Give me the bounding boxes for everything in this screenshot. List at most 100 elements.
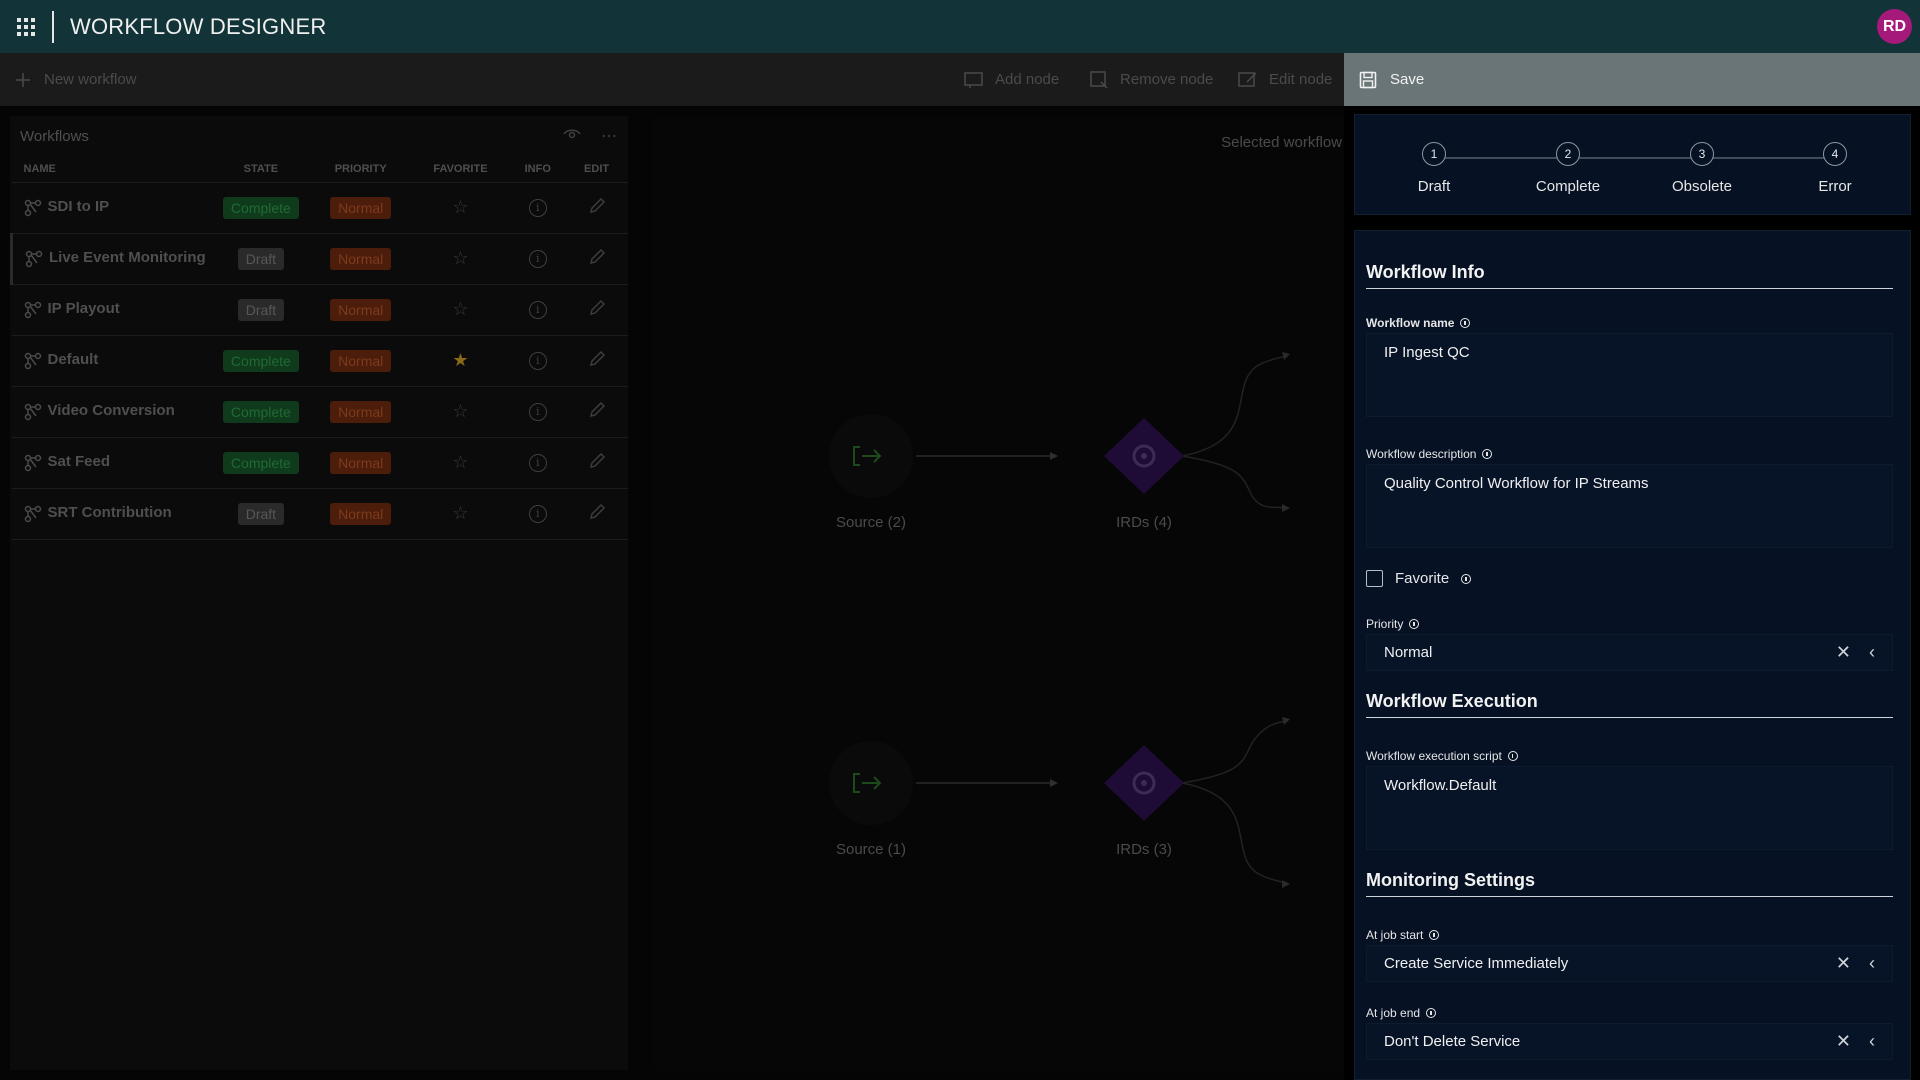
remove-node-button[interactable]: Remove node <box>1088 53 1213 106</box>
chevron-left-icon[interactable]: ‹ <box>1869 642 1875 663</box>
table-row[interactable]: SDI to IP Complete Normal ☆ i <box>11 182 628 234</box>
step-label: Error <box>1818 178 1852 195</box>
workflow-graph <box>829 352 1290 888</box>
step-obsolete[interactable]: 3 Obsolete <box>1642 142 1762 195</box>
visibility-icon[interactable] <box>563 127 581 145</box>
help-icon[interactable] <box>1426 1008 1437 1018</box>
job-start-select[interactable]: Create Service Immediately ✕ ‹ <box>1366 945 1893 982</box>
help-icon[interactable] <box>1429 930 1440 940</box>
more-options-icon[interactable]: ⋯ <box>601 126 618 146</box>
workflow-name: SDI to IP <box>47 198 110 216</box>
edit-cell <box>565 335 628 387</box>
chevron-left-icon[interactable]: ‹ <box>1869 1031 1875 1052</box>
pencil-icon[interactable] <box>588 350 606 372</box>
info-icon[interactable]: i <box>528 352 547 370</box>
new-workflow-button[interactable]: New workflow <box>12 53 137 106</box>
workflow-name: Video Conversion <box>47 402 175 420</box>
execution-script-field[interactable]: Workflow.Default <box>1366 766 1893 850</box>
column-header-info[interactable]: INFO <box>510 156 566 183</box>
chevron-left-icon[interactable]: ‹ <box>1869 953 1875 974</box>
pencil-icon[interactable] <box>588 452 606 474</box>
pencil-icon[interactable] <box>588 197 606 219</box>
help-icon[interactable] <box>1507 751 1518 761</box>
info-icon[interactable]: i <box>528 199 547 217</box>
priority-select[interactable]: Normal ✕ ‹ <box>1366 634 1893 671</box>
help-icon[interactable] <box>1461 573 1472 584</box>
workflow-canvas[interactable]: Selected workflow Source (2) IRDs (4) So… <box>652 116 1344 1070</box>
priority-badge: Normal <box>330 502 392 525</box>
column-header-edit[interactable]: EDIT <box>565 156 628 183</box>
info-icon[interactable]: i <box>528 403 547 421</box>
favorite-star-icon[interactable]: ☆ <box>452 197 468 217</box>
column-header-favorite[interactable]: FAVORITE <box>410 156 511 183</box>
step-complete[interactable]: 2 Complete <box>1508 142 1628 195</box>
table-row[interactable]: Default Complete Normal ★ i <box>11 335 628 387</box>
info-icon[interactable]: i <box>528 454 547 472</box>
help-icon[interactable] <box>1460 318 1471 328</box>
state-badge: Complete <box>222 196 299 219</box>
workflow-description-label: Workflow description <box>1366 447 1493 461</box>
pencil-icon[interactable] <box>588 503 606 525</box>
workflow-name-cell[interactable]: SRT Contribution <box>11 488 211 540</box>
step-error[interactable]: 4 Error <box>1775 142 1895 195</box>
workflow-name-cell[interactable]: Video Conversion <box>11 386 211 438</box>
pencil-icon[interactable] <box>588 401 606 423</box>
pencil-icon[interactable] <box>588 299 606 321</box>
app-launcher-icon[interactable] <box>0 0 52 53</box>
priority-label: Priority <box>1366 617 1420 631</box>
workflow-icon <box>24 505 42 523</box>
favorite-star-icon[interactable]: ☆ <box>452 299 468 319</box>
table-row[interactable]: SRT Contribution Draft Normal ☆ i <box>11 488 628 540</box>
workflow-name-cell[interactable]: SDI to IP <box>11 182 211 234</box>
save-button[interactable]: Save <box>1344 53 1920 106</box>
priority-cell: Normal <box>310 233 411 285</box>
info-icon[interactable]: i <box>528 505 547 523</box>
favorite-checkbox[interactable] <box>1366 570 1383 587</box>
table-row[interactable]: IP Playout Draft Normal ☆ i <box>11 284 628 336</box>
state-cell: Complete <box>210 386 311 438</box>
help-icon[interactable] <box>1482 449 1493 459</box>
workflow-name-cell[interactable]: Sat Feed <box>11 437 211 489</box>
state-cell: Complete <box>210 437 311 489</box>
edit-cell <box>565 488 628 540</box>
column-header-priority[interactable]: PRIORITY <box>310 156 411 183</box>
new-workflow-label: New workflow <box>44 71 137 88</box>
job-end-select[interactable]: Don't Delete Service ✕ ‹ <box>1366 1023 1893 1060</box>
workflow-name-cell[interactable]: IP Playout <box>11 284 211 336</box>
column-header-name[interactable]: NAME <box>11 156 211 183</box>
table-row[interactable]: Video Conversion Complete Normal ☆ i <box>11 386 628 438</box>
add-node-button[interactable]: Add node <box>963 53 1059 106</box>
favorite-star-icon[interactable]: ☆ <box>452 452 468 472</box>
plus-icon <box>12 69 34 91</box>
workflow-name-cell[interactable]: Live Event Monitoring <box>9 233 211 285</box>
workflow-description-field[interactable]: Quality Control Workflow for IP Streams <box>1366 464 1893 548</box>
workflow-name-field[interactable]: IP Ingest QC <box>1366 333 1893 417</box>
favorite-star-icon[interactable]: ☆ <box>452 248 468 268</box>
workflow-name-cell[interactable]: Default <box>11 335 211 387</box>
edge-arrow <box>1050 452 1058 460</box>
user-avatar[interactable]: RD <box>1877 9 1912 44</box>
favorite-star-icon[interactable]: ★ <box>452 350 468 370</box>
favorite-star-icon[interactable]: ☆ <box>452 503 468 523</box>
pencil-icon[interactable] <box>588 248 606 270</box>
clear-icon[interactable]: ✕ <box>1836 953 1851 974</box>
edge-irds3-out-b <box>1181 782 1288 884</box>
step-draft[interactable]: 1 Draft <box>1374 142 1494 195</box>
favorite-label: Favorite <box>1395 570 1450 587</box>
column-header-state[interactable]: STATE <box>210 156 311 183</box>
clear-icon[interactable]: ✕ <box>1836 1031 1851 1052</box>
edit-node-button[interactable]: Edit node <box>1237 53 1332 106</box>
edit-cell <box>565 284 628 336</box>
info-icon[interactable]: i <box>528 250 547 268</box>
table-row[interactable]: Live Event Monitoring Draft Normal ☆ i <box>9 233 628 285</box>
favorite-star-icon[interactable]: ☆ <box>452 401 468 421</box>
favorite-checkbox-row[interactable]: Favorite <box>1366 570 1472 587</box>
workflow-name: Default <box>47 351 99 369</box>
info-icon[interactable]: i <box>528 301 547 319</box>
table-row[interactable]: Sat Feed Complete Normal ☆ i <box>11 437 628 489</box>
workflow-name: SRT Contribution <box>47 504 172 522</box>
favorite-cell: ☆ <box>410 182 511 234</box>
favorite-cell: ☆ <box>410 284 511 336</box>
help-icon[interactable] <box>1409 619 1420 629</box>
clear-icon[interactable]: ✕ <box>1836 642 1851 663</box>
